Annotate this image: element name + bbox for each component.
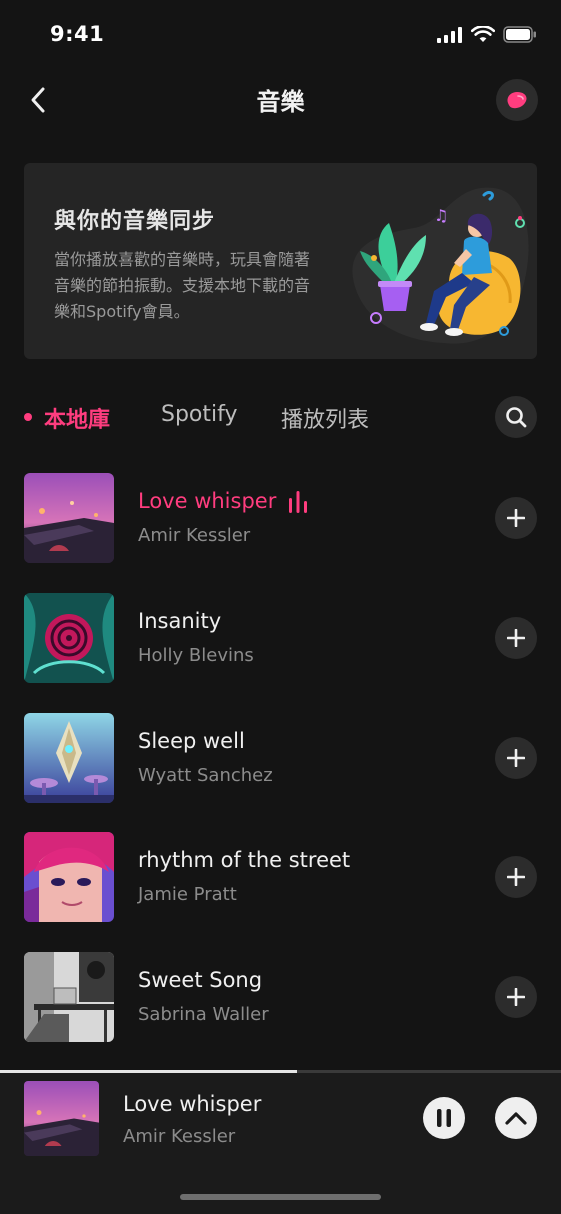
app-header: 音樂 [0,70,561,130]
battery-icon [503,26,536,43]
mini-player-title: Love whisper [123,1092,262,1116]
now-playing-equalizer-icon [289,491,307,513]
mini-player-cover [24,1081,99,1156]
album-cover [24,952,114,1042]
tab-playlists[interactable]: 播放列表 [281,402,369,434]
home-indicator[interactable] [180,1194,381,1200]
track-title: Insanity [138,609,222,633]
track-title: Sweet Song [138,968,263,992]
playback-progress-fill [0,1070,298,1073]
track-artist: Holly Blevins [138,645,254,666]
sync-banner-title: 與你的音樂同步 [54,209,216,234]
add-to-playlist-button[interactable] [495,976,537,1018]
plus-icon [507,509,525,527]
cellular-signal-icon [437,26,462,43]
add-to-playlist-button[interactable] [495,737,537,779]
status-time: 9:41 [50,22,105,46]
sync-banner-description: 當你播放喜歡的音樂時，玩具會隨著音樂的節拍振動。支援本地下載的音樂和Spotif… [54,250,311,321]
playback-progress-bar[interactable] [0,1070,561,1073]
track-row[interactable]: rhythm of the street Jamie Pratt [24,832,537,922]
expand-player-button[interactable] [495,1097,537,1139]
plus-icon [507,868,525,886]
track-row[interactable]: Sweet Song Sabrina Waller [24,952,537,1042]
chevron-up-icon [505,1112,527,1125]
status-icons [437,26,537,43]
search-icon [506,407,527,428]
track-title: Love whisper [138,489,277,513]
plus-icon [507,629,525,647]
track-artist: Wyatt Sanchez [138,765,273,786]
toy-device-icon [507,92,527,109]
pause-button[interactable] [423,1097,465,1139]
page-title: 音樂 [256,88,305,116]
track-title: Sleep well [138,729,245,753]
status-bar: 9:41 [0,0,561,70]
album-cover [24,473,114,563]
track-artist: Amir Kessler [138,525,251,546]
album-cover [24,593,114,683]
add-to-playlist-button[interactable] [495,497,537,539]
track-artist: Jamie Pratt [138,884,237,905]
source-tabs: 本地庫 Spotify 播放列表 [24,392,537,440]
wifi-icon [471,26,495,42]
plus-icon [507,988,525,1006]
woman-on-beanbag-illustration: ♫ [352,187,529,344]
device-button[interactable] [496,79,538,121]
pause-icon [437,1109,451,1127]
search-button[interactable] [495,396,537,438]
add-to-playlist-button[interactable] [495,617,537,659]
album-cover [24,832,114,922]
active-tab-indicator [24,413,32,421]
mini-player-artist: Amir Kessler [123,1126,236,1147]
album-cover [24,713,114,803]
track-artist: Sabrina Waller [138,1004,269,1025]
tab-local-library[interactable]: 本地庫 [44,402,110,434]
add-to-playlist-button[interactable] [495,856,537,898]
track-row[interactable]: Love whisper Amir Kessler [24,473,537,563]
track-row[interactable]: Insanity Holly Blevins [24,593,537,683]
music-sync-banner: 與你的音樂同步 當你播放喜歡的音樂時，玩具會隨著音樂的節拍振動。支援本地下載的音… [24,163,537,359]
plus-icon [507,749,525,767]
tab-spotify[interactable]: Spotify [161,402,238,427]
track-row[interactable]: Sleep well Wyatt Sanchez [24,713,537,803]
track-title: rhythm of the street [138,848,351,872]
mini-player[interactable]: Love whisper Amir Kessler [0,1070,561,1214]
svg-text:♫: ♫ [434,206,448,225]
